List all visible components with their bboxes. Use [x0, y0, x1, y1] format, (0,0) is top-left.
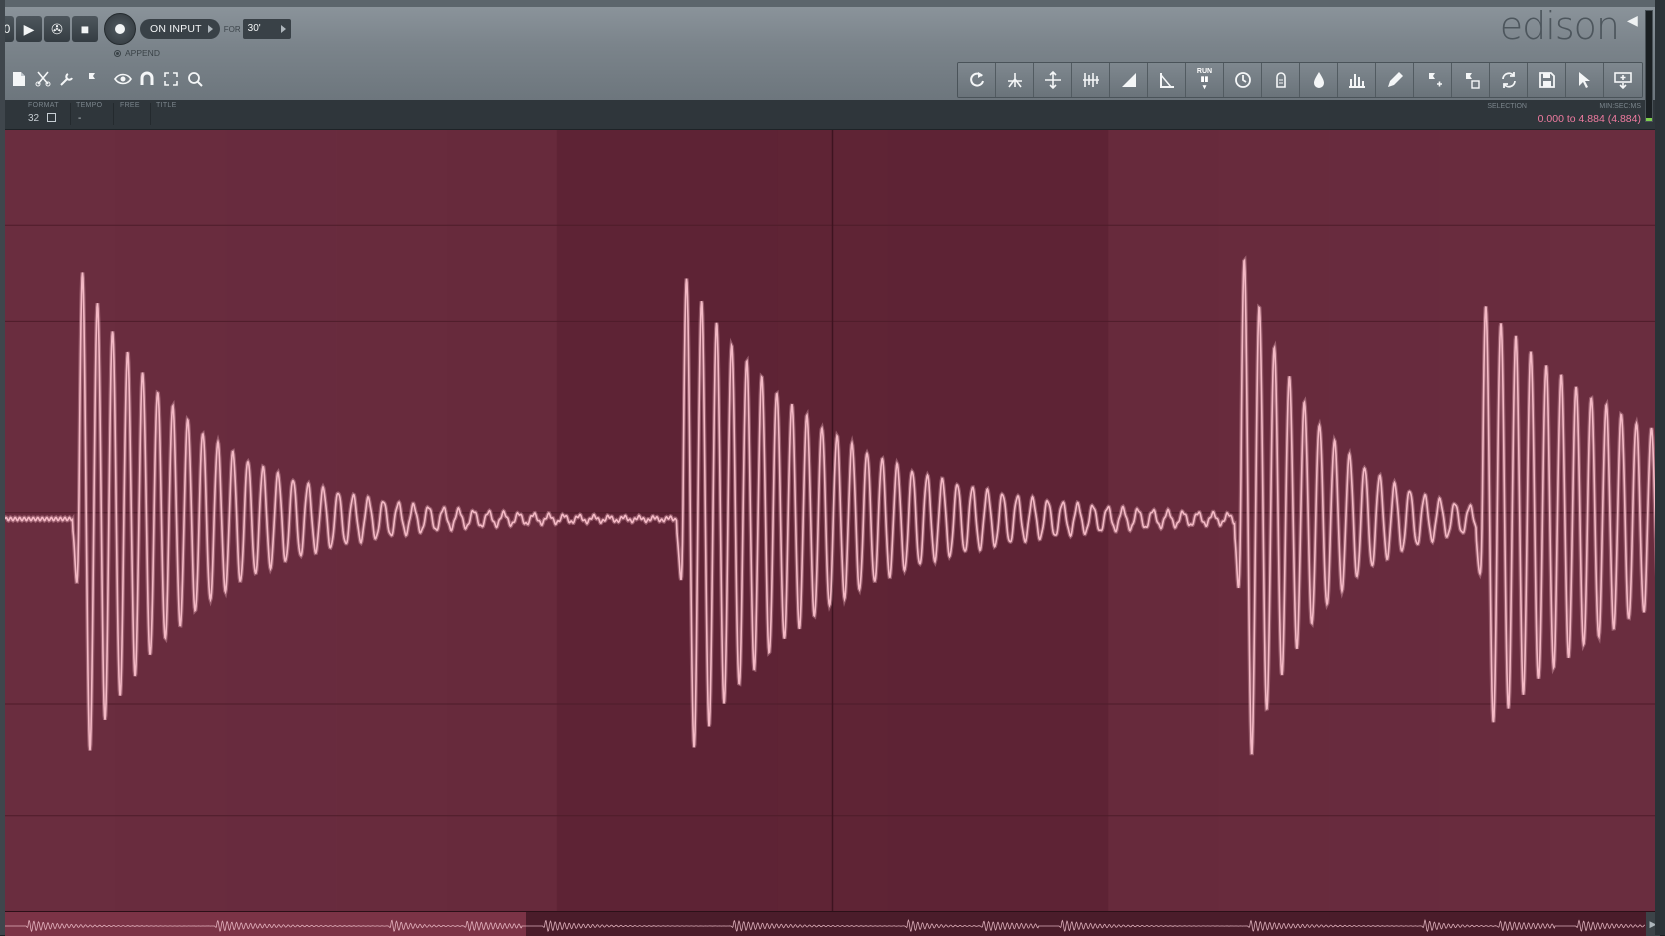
window-edge-right	[1645, 0, 1665, 935]
time-grid-column	[336, 130, 447, 911]
window-edge-left	[0, 0, 5, 935]
edit-tools	[8, 68, 208, 90]
blur-icon[interactable]	[1262, 63, 1300, 97]
record-mode-select[interactable]: ON INPUT	[140, 19, 220, 39]
file-icon[interactable]	[8, 68, 30, 90]
send-to-playlist-icon[interactable]	[1604, 63, 1642, 97]
record-duration-select[interactable]: 30'	[242, 19, 291, 39]
fade-out-icon[interactable]	[1148, 63, 1186, 97]
transport-controls: 0 ▶ ✇ ■ ON INPUT FOR 30'	[0, 13, 291, 45]
format-value: 32	[28, 113, 40, 124]
record-icon	[115, 24, 125, 34]
brand-logo: edison	[1499, 4, 1620, 48]
magnet-icon[interactable]	[136, 68, 158, 90]
speaker-icon[interactable]: ◀	[1627, 12, 1641, 30]
waveform-canvas[interactable]	[5, 130, 1660, 911]
loop-icon[interactable]	[1490, 63, 1528, 97]
tempo-value: -	[78, 113, 82, 124]
add-marker-icon[interactable]	[1414, 63, 1452, 97]
overview-waveform	[5, 918, 1645, 933]
time-grid-column	[1218, 130, 1330, 911]
for-label: FOR	[223, 24, 241, 34]
reel-icon: ✇	[51, 20, 63, 37]
region-marker-icon[interactable]	[1452, 63, 1490, 97]
stop-button[interactable]: ■	[72, 16, 98, 42]
record-button[interactable]	[104, 13, 136, 45]
append-toggle[interactable]: APPEND	[114, 48, 160, 58]
format-icon[interactable]	[47, 113, 56, 122]
selection-value: 0.000 to 4.884 (4.884)	[1537, 113, 1641, 125]
marker-icon[interactable]	[80, 68, 102, 90]
divider	[70, 103, 71, 125]
denoise-icon[interactable]	[1072, 63, 1110, 97]
drop-icon[interactable]	[1300, 63, 1338, 97]
tools-toolbar: RUN ▮▮ ▾	[957, 62, 1643, 98]
overview-trace	[5, 918, 1645, 933]
stop-icon: ■	[80, 21, 90, 37]
play-button[interactable]: ▶	[16, 16, 42, 42]
tempo-label: TEMPO	[76, 102, 103, 109]
cut-icon[interactable]	[32, 68, 54, 90]
loop-record-button[interactable]: ✇	[44, 16, 70, 42]
play-icon: ▶	[23, 20, 35, 37]
radio-icon	[114, 49, 121, 57]
zoom-icon[interactable]	[184, 68, 206, 90]
info-bar: FORMAT 32 TEMPO - FREE TITLE SELECTION M…	[0, 100, 1665, 130]
selection-label: SELECTION	[1487, 103, 1527, 110]
waveform-view[interactable]	[5, 130, 1660, 911]
wrench-icon[interactable]	[56, 68, 78, 90]
free-label: FREE	[120, 102, 140, 109]
divider	[113, 103, 114, 125]
run-icon[interactable]: RUN ▮▮ ▾	[1186, 63, 1224, 97]
pen-icon[interactable]	[1376, 63, 1414, 97]
spectrum-icon[interactable]	[1338, 63, 1376, 97]
append-label: APPEND	[125, 48, 160, 58]
timestretch-icon[interactable]	[1224, 63, 1262, 97]
fade-in-icon[interactable]	[1110, 63, 1148, 97]
title-strip	[0, 0, 1665, 7]
normalize-icon[interactable]	[1034, 63, 1072, 97]
tune-icon[interactable]	[996, 63, 1034, 97]
reload-icon[interactable]	[958, 63, 996, 97]
overview-scrollbar[interactable]: ▶	[5, 911, 1660, 936]
title-label: TITLE	[156, 102, 177, 109]
fit-icon[interactable]	[160, 68, 182, 90]
save-icon[interactable]	[1528, 63, 1566, 97]
divider	[150, 103, 151, 125]
units-label: MIN:SEC:MS	[1599, 103, 1641, 110]
top-panel: 0 ▶ ✇ ■ ON INPUT FOR 30' APPEND edison ◀	[0, 0, 1665, 101]
level-meter	[1645, 10, 1653, 122]
eye-icon[interactable]	[112, 68, 134, 90]
select-icon[interactable]	[1566, 63, 1604, 97]
format-label: FORMAT	[28, 102, 59, 109]
